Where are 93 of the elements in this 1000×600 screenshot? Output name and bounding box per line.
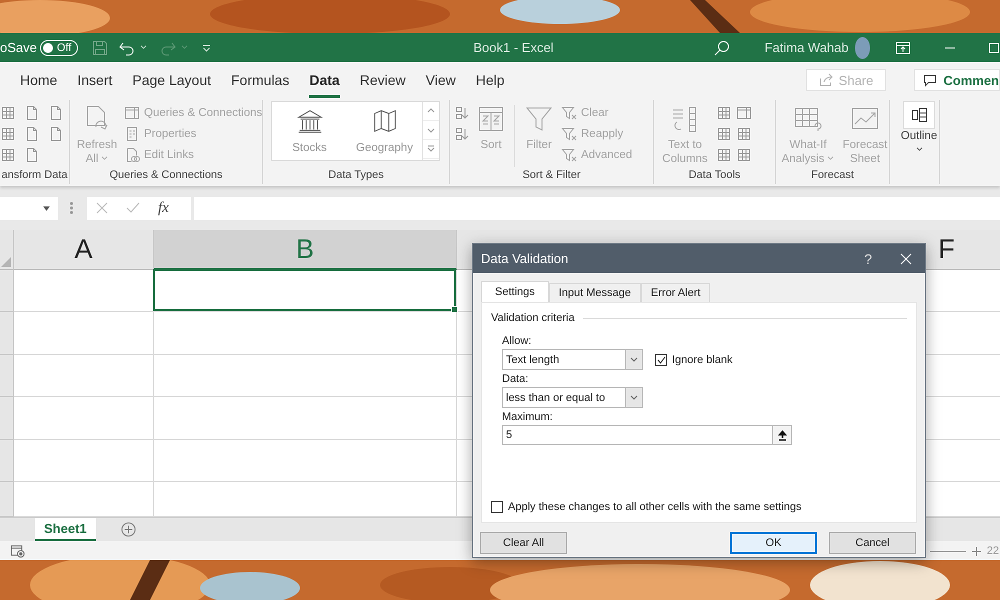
range-select-button[interactable] xyxy=(772,426,791,444)
comment-icon xyxy=(923,74,938,86)
input-field[interactable]: 5 xyxy=(502,425,792,445)
ribbon-tab[interactable]: Insert xyxy=(77,62,112,98)
panel-icon[interactable] xyxy=(736,105,752,121)
group-label: Queries & Connections xyxy=(108,168,224,183)
avatar[interactable] xyxy=(854,36,870,58)
checkbox[interactable] xyxy=(491,501,503,513)
table-icon[interactable] xyxy=(0,126,16,142)
field-label: Allow: xyxy=(502,335,532,347)
filter-clear-icon xyxy=(561,104,577,120)
dropdown[interactable]: Text length xyxy=(502,349,643,370)
group-label: Sort & Filter xyxy=(521,168,582,183)
row-header[interactable] xyxy=(0,355,14,397)
check-icon xyxy=(656,356,666,364)
column-header[interactable]: B xyxy=(154,230,457,270)
field-label: Maximum: xyxy=(502,411,553,423)
search-icon[interactable] xyxy=(714,40,730,56)
filter-refresh-icon xyxy=(561,126,577,142)
document-icon[interactable] xyxy=(24,126,40,142)
macro-record-icon[interactable] xyxy=(10,544,25,558)
row-header[interactable] xyxy=(0,482,14,517)
ribbon-tab[interactable]: Page Layout xyxy=(132,62,211,98)
row-header[interactable] xyxy=(0,397,14,440)
checkbox-label[interactable]: Apply these changes to all other cells with the same settings xyxy=(508,501,802,513)
table-icon[interactable] xyxy=(736,147,752,163)
document-icon[interactable] xyxy=(48,126,64,142)
dialog-title: Data Validation xyxy=(481,251,570,266)
select-all-icon[interactable] xyxy=(1,257,11,267)
dropdown-icon xyxy=(43,206,50,210)
group-label: ansform Data xyxy=(0,168,69,183)
document-icon[interactable] xyxy=(24,105,40,121)
link-icon xyxy=(124,146,140,162)
check-icon[interactable] xyxy=(126,202,140,214)
window-title: Book1 - Excel xyxy=(473,40,554,55)
dialog-button[interactable]: OK xyxy=(730,532,817,554)
row-header[interactable] xyxy=(0,312,14,355)
column-header[interactable]: A xyxy=(14,230,154,270)
insert-function-button[interactable]: fx xyxy=(158,200,169,216)
ribbon-tab[interactable]: View xyxy=(426,62,456,98)
checkbox[interactable] xyxy=(655,354,667,366)
ribbon-tab[interactable]: Review xyxy=(360,62,406,98)
chevron-down-icon xyxy=(630,394,638,400)
dialog-tab[interactable]: Input Message xyxy=(548,283,641,302)
autosave-label: oSave xyxy=(0,40,37,55)
checkbox-label[interactable]: Ignore blank xyxy=(672,354,733,366)
caret-icon[interactable] xyxy=(916,147,922,152)
table-icon[interactable] xyxy=(736,126,752,142)
row-header[interactable] xyxy=(0,440,14,482)
grip-icon[interactable] xyxy=(70,202,73,214)
table-icon[interactable] xyxy=(716,126,732,142)
chevron-down-icon xyxy=(630,356,638,362)
sheet-tab[interactable]: Sheet1 xyxy=(35,518,96,541)
field-label: Data: xyxy=(502,373,528,385)
ribbon-display-icon[interactable] xyxy=(895,40,911,54)
table-icon[interactable] xyxy=(0,105,16,121)
ribbon-tab[interactable]: Formulas xyxy=(231,62,290,98)
document-icon[interactable] xyxy=(48,105,64,121)
comments-button[interactable]: Commen xyxy=(914,69,1000,91)
section-label: Validation criteria xyxy=(491,312,575,324)
dropdown[interactable]: less than or equal to xyxy=(502,387,643,408)
ribbon-button[interactable]: Outline xyxy=(894,101,939,155)
panel-icon xyxy=(124,104,140,120)
ribbon-tab[interactable]: Help xyxy=(476,62,505,98)
help-button[interactable]: ? xyxy=(864,250,872,266)
dialog-button[interactable]: Cancel xyxy=(829,532,916,554)
sort-descending-icon[interactable] xyxy=(454,126,470,142)
group-label: Forecast xyxy=(810,168,855,183)
ribbon-tab[interactable]: Data xyxy=(309,62,340,98)
dialog-tab[interactable]: Error Alert xyxy=(640,283,710,302)
zoom-level: 22 xyxy=(986,545,1000,557)
maximize-icon[interactable] xyxy=(988,42,1000,54)
save-icon[interactable] xyxy=(92,40,108,56)
document-icon[interactable] xyxy=(24,147,40,163)
group-label: Data Types xyxy=(327,168,385,183)
dialog-tab[interactable]: Settings xyxy=(481,281,549,302)
group-label: Data Tools xyxy=(688,168,742,183)
sort-ascending-icon[interactable] xyxy=(454,105,470,121)
zoom-in-icon[interactable] xyxy=(972,546,981,556)
table-icon[interactable] xyxy=(716,105,732,121)
add-sheet-icon[interactable] xyxy=(120,522,136,537)
customize-icon[interactable] xyxy=(202,44,212,52)
row-header[interactable] xyxy=(0,270,14,312)
dialog-button[interactable]: Clear All xyxy=(480,532,567,554)
filter-advanced-icon xyxy=(561,146,577,162)
list-icon xyxy=(124,126,140,142)
arrow-up-icon xyxy=(778,430,786,440)
ribbon-tab[interactable]: Home xyxy=(20,62,58,98)
user-name: Fatima Wahab xyxy=(764,40,849,55)
autosave-toggle[interactable]: Off xyxy=(40,40,78,56)
table-icon[interactable] xyxy=(0,147,16,163)
table-icon[interactable] xyxy=(716,147,732,163)
share-icon xyxy=(818,73,833,87)
